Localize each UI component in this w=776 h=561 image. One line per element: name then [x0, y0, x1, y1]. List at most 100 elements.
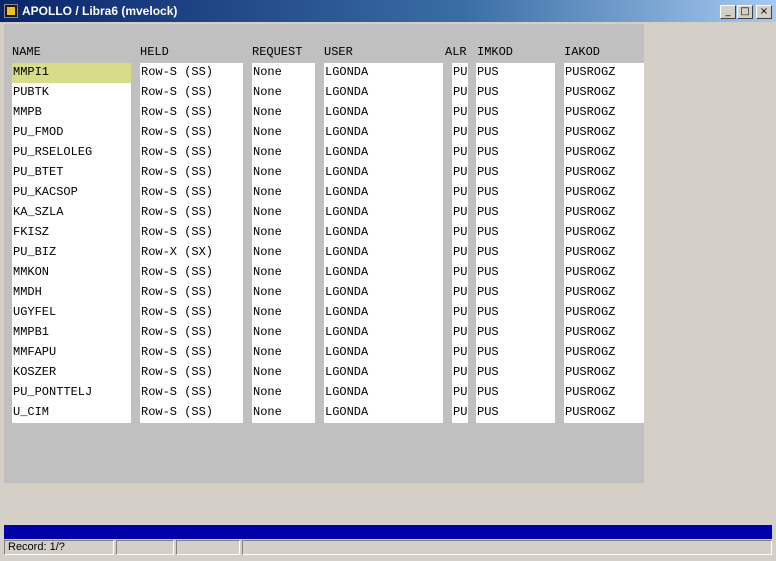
cell-alr[interactable]: PU: [452, 63, 468, 83]
cell-name[interactable]: PUBTK: [12, 83, 131, 103]
cell-held[interactable]: Row-S (SS): [140, 263, 243, 283]
cell-imkod[interactable]: PUS: [476, 323, 555, 343]
cell-request[interactable]: None: [252, 123, 315, 143]
cell-imkod[interactable]: PUS: [476, 203, 555, 223]
cell-held[interactable]: Row-S (SS): [140, 163, 243, 183]
cell-imkod[interactable]: PUS: [476, 83, 555, 103]
cell-held[interactable]: Row-S (SS): [140, 143, 243, 163]
cell-user[interactable]: LGONDA: [324, 323, 443, 343]
column-header-held[interactable]: HELD: [140, 44, 243, 60]
cell-held[interactable]: Row-S (SS): [140, 303, 243, 323]
cell-iakod[interactable]: PUSROGZ: [564, 303, 644, 323]
cell-name[interactable]: U_CIM: [12, 403, 131, 423]
cell-iakod[interactable]: PUSROGZ: [564, 83, 644, 103]
cell-name[interactable]: MMPI1: [12, 63, 131, 83]
title-bar[interactable]: APOLLO / Libra6 (mvelock) _ □ ×: [0, 0, 776, 22]
cell-name[interactable]: KA_SZLA: [12, 203, 131, 223]
cell-iakod[interactable]: PUSROGZ: [564, 143, 644, 163]
cell-user[interactable]: LGONDA: [324, 143, 443, 163]
cell-imkod[interactable]: PUS: [476, 163, 555, 183]
column-header-request[interactable]: REQUEST: [252, 44, 315, 60]
cell-imkod[interactable]: PUS: [476, 143, 555, 163]
cell-iakod[interactable]: PUSROGZ: [564, 183, 644, 203]
cell-held[interactable]: Row-X (SX): [140, 243, 243, 263]
cell-name[interactable]: PU_RSELOLEG: [12, 143, 131, 163]
cell-name[interactable]: MMDH: [12, 283, 131, 303]
cell-request[interactable]: None: [252, 263, 315, 283]
cell-imkod[interactable]: PUS: [476, 303, 555, 323]
cell-imkod[interactable]: PUS: [476, 243, 555, 263]
cell-user[interactable]: LGONDA: [324, 63, 443, 83]
cell-alr[interactable]: PU: [452, 203, 468, 223]
cell-name[interactable]: PU_BTET: [12, 163, 131, 183]
cell-user[interactable]: LGONDA: [324, 163, 443, 183]
cell-name[interactable]: PU_PONTTELJ: [12, 383, 131, 403]
column-header-iakod[interactable]: IAKOD: [564, 44, 644, 60]
cell-alr[interactable]: PU: [452, 183, 468, 203]
cell-name[interactable]: MMFAPU: [12, 343, 131, 363]
app-icon[interactable]: [4, 4, 18, 18]
cell-held[interactable]: Row-S (SS): [140, 183, 243, 203]
cell-held[interactable]: Row-S (SS): [140, 223, 243, 243]
cell-alr[interactable]: PU: [452, 383, 468, 403]
cell-name[interactable]: MMPB1: [12, 323, 131, 343]
cell-held[interactable]: Row-S (SS): [140, 363, 243, 383]
cell-user[interactable]: LGONDA: [324, 123, 443, 143]
column-header-alr[interactable]: ALR: [445, 44, 477, 60]
cell-request[interactable]: None: [252, 363, 315, 383]
cell-name[interactable]: PU_BIZ: [12, 243, 131, 263]
cell-user[interactable]: LGONDA: [324, 343, 443, 363]
cell-imkod[interactable]: PUS: [476, 383, 555, 403]
column-header-name[interactable]: NAME: [12, 44, 131, 60]
cell-alr[interactable]: PU: [452, 363, 468, 383]
cell-name[interactable]: PU_KACSOP: [12, 183, 131, 203]
cell-user[interactable]: LGONDA: [324, 263, 443, 283]
cell-name[interactable]: FKISZ: [12, 223, 131, 243]
cell-user[interactable]: LGONDA: [324, 403, 443, 423]
cell-request[interactable]: None: [252, 303, 315, 323]
cell-held[interactable]: Row-S (SS): [140, 123, 243, 143]
cell-held[interactable]: Row-S (SS): [140, 63, 243, 83]
cell-name[interactable]: MMPB: [12, 103, 131, 123]
cell-iakod[interactable]: PUSROGZ: [564, 403, 644, 423]
cell-alr[interactable]: PU: [452, 283, 468, 303]
cell-alr[interactable]: PU: [452, 403, 468, 423]
cell-request[interactable]: None: [252, 183, 315, 203]
cell-alr[interactable]: PU: [452, 123, 468, 143]
cell-user[interactable]: LGONDA: [324, 203, 443, 223]
cell-user[interactable]: LGONDA: [324, 283, 443, 303]
cell-alr[interactable]: PU: [452, 303, 468, 323]
cell-imkod[interactable]: PUS: [476, 403, 555, 423]
cell-request[interactable]: None: [252, 63, 315, 83]
cell-imkod[interactable]: PUS: [476, 343, 555, 363]
cell-held[interactable]: Row-S (SS): [140, 323, 243, 343]
cell-alr[interactable]: PU: [452, 103, 468, 123]
cell-request[interactable]: None: [252, 403, 315, 423]
cell-name[interactable]: UGYFEL: [12, 303, 131, 323]
cell-iakod[interactable]: PUSROGZ: [564, 343, 644, 363]
maximize-button[interactable]: □: [737, 5, 753, 19]
cell-iakod[interactable]: PUSROGZ: [564, 383, 644, 403]
cell-request[interactable]: None: [252, 163, 315, 183]
cell-imkod[interactable]: PUS: [476, 123, 555, 143]
cell-iakod[interactable]: PUSROGZ: [564, 203, 644, 223]
cell-name[interactable]: MMKON: [12, 263, 131, 283]
cell-imkod[interactable]: PUS: [476, 263, 555, 283]
cell-iakod[interactable]: PUSROGZ: [564, 223, 644, 243]
cell-request[interactable]: None: [252, 243, 315, 263]
cell-request[interactable]: None: [252, 143, 315, 163]
cell-held[interactable]: Row-S (SS): [140, 283, 243, 303]
cell-request[interactable]: None: [252, 383, 315, 403]
cell-alr[interactable]: PU: [452, 83, 468, 103]
cell-alr[interactable]: PU: [452, 263, 468, 283]
cell-held[interactable]: Row-S (SS): [140, 383, 243, 403]
cell-user[interactable]: LGONDA: [324, 363, 443, 383]
cell-imkod[interactable]: PUS: [476, 223, 555, 243]
cell-name[interactable]: KOSZER: [12, 363, 131, 383]
column-header-imkod[interactable]: IMKOD: [477, 44, 556, 60]
cell-alr[interactable]: PU: [452, 223, 468, 243]
cell-user[interactable]: LGONDA: [324, 303, 443, 323]
cell-alr[interactable]: PU: [452, 143, 468, 163]
cell-iakod[interactable]: PUSROGZ: [564, 263, 644, 283]
cell-iakod[interactable]: PUSROGZ: [564, 363, 644, 383]
